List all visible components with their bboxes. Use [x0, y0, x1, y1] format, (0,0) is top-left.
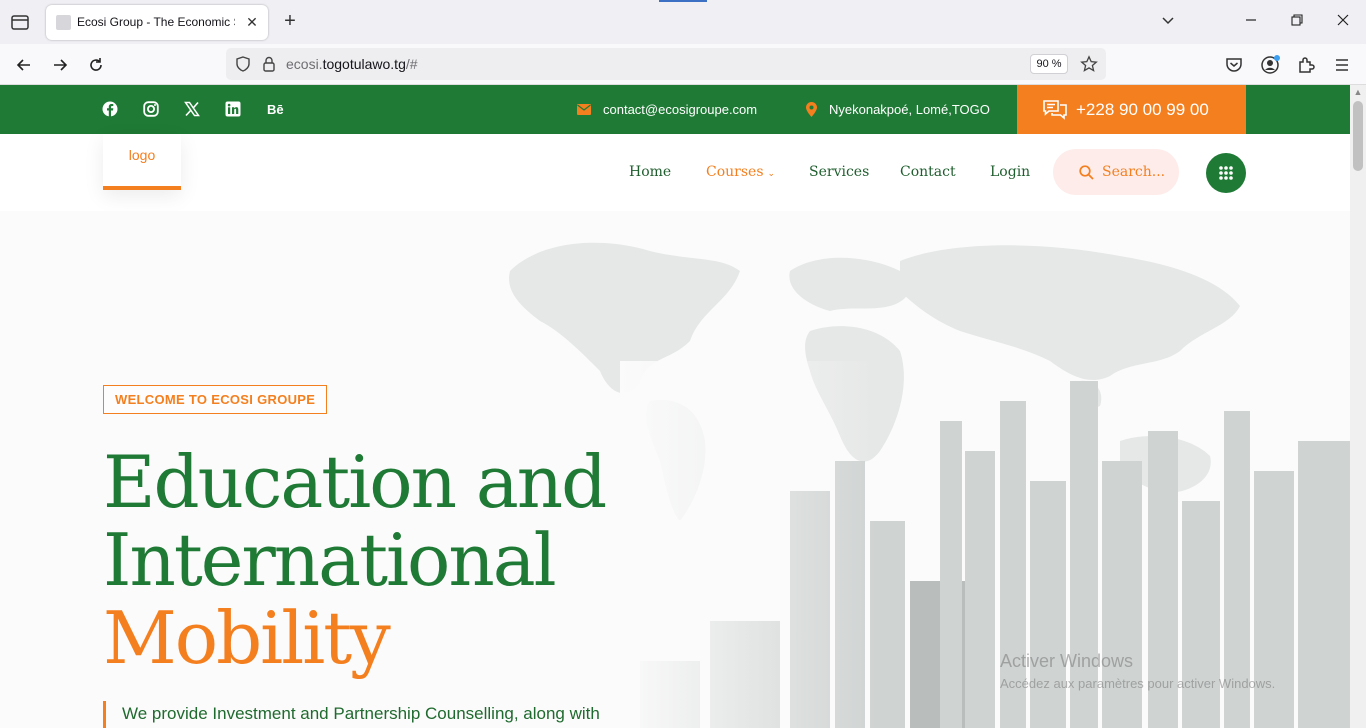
linkedin-icon[interactable]: [225, 101, 243, 119]
search-icon: [1079, 164, 1094, 180]
page-scrollbar[interactable]: ▲: [1350, 85, 1366, 728]
address-text: Nyekonakpoé, Lomé,TOGO: [829, 102, 990, 117]
favicon-icon: [56, 15, 71, 30]
scroll-up-arrow-icon[interactable]: ▲: [1353, 87, 1363, 97]
welcome-tag: WELCOME TO ECOSI GROUPE: [103, 385, 328, 414]
nav-courses-label: Courses: [706, 164, 764, 180]
restore-window-icon[interactable]: [1287, 12, 1307, 32]
zoom-level-badge[interactable]: 90 %: [1030, 54, 1068, 74]
hero-title: Education and International Mobility: [103, 440, 607, 680]
url-prefix: ecosi.: [286, 56, 323, 72]
nav-services[interactable]: Services: [809, 164, 869, 180]
new-tab-icon[interactable]: +: [280, 11, 300, 33]
search-button[interactable]: Search...: [1053, 149, 1179, 195]
url-host: togotulawo.tg: [322, 56, 406, 72]
search-placeholder: Search...: [1102, 164, 1166, 180]
back-arrow-icon[interactable]: [12, 53, 36, 77]
lock-icon[interactable]: [260, 55, 278, 73]
top-contact-bar: Bē contact@ecosigroupe.com Nyekonakpoé, …: [0, 85, 1350, 134]
nav-home[interactable]: Home: [629, 164, 671, 180]
facebook-icon[interactable]: [102, 101, 120, 119]
pocket-icon[interactable]: [1222, 53, 1246, 77]
nav-contact[interactable]: Contact: [900, 164, 956, 180]
envelope-icon: [577, 104, 591, 115]
tab-title: Ecosi Group - The Economic Su: [77, 15, 235, 29]
url-text[interactable]: ecosi.togotulawo.tg/#: [286, 56, 418, 72]
browser-tab-bar: Ecosi Group - The Economic Su ✕ +: [0, 0, 1366, 44]
map-pin-icon: [806, 102, 817, 117]
extensions-icon[interactable]: [1294, 53, 1318, 77]
phone-number: +228 90 00 99 00: [1076, 99, 1209, 119]
email-text: contact@ecosigroupe.com: [603, 102, 758, 117]
grid-dots-icon: [1219, 166, 1233, 180]
scroll-thumb[interactable]: [1353, 101, 1363, 171]
browser-nav-bar: ecosi.togotulawo.tg/# 90 %: [0, 44, 1366, 85]
chat-bubbles-icon: [1043, 99, 1067, 120]
account-icon[interactable]: [1258, 53, 1282, 77]
tab-strip-accent: [659, 0, 707, 2]
watermark-line-2: Accédez aux paramètres pour activer Wind…: [1000, 676, 1276, 691]
address-contact: Nyekonakpoé, Lomé,TOGO: [806, 102, 990, 117]
close-window-icon[interactable]: [1333, 12, 1353, 32]
windows-activation-watermark: Activer Windows Accédez aux paramètres p…: [1000, 651, 1275, 691]
tab-list-icon[interactable]: [8, 11, 32, 33]
forward-arrow-icon[interactable]: [48, 53, 72, 77]
reload-icon[interactable]: [84, 53, 108, 77]
hero-title-line-3: Mobility: [103, 596, 391, 680]
x-twitter-icon[interactable]: [184, 101, 202, 119]
url-suffix: /#: [405, 56, 418, 72]
nav-courses[interactable]: Courses ⌄: [706, 164, 775, 180]
site-logo[interactable]: logo: [103, 134, 181, 190]
app-menu-icon[interactable]: [1330, 53, 1354, 77]
hero-title-line-2: International: [103, 518, 557, 602]
phone-cta[interactable]: +228 90 00 99 00: [1017, 85, 1246, 134]
close-tab-icon[interactable]: ✕: [242, 12, 262, 32]
web-page: Bē contact@ecosigroupe.com Nyekonakpoé, …: [0, 85, 1350, 728]
minimize-window-icon[interactable]: [1241, 12, 1261, 32]
email-contact[interactable]: contact@ecosigroupe.com: [577, 102, 757, 117]
behance-icon[interactable]: Bē: [267, 101, 285, 119]
browser-tab-active[interactable]: Ecosi Group - The Economic Su ✕: [46, 5, 268, 40]
nav-login[interactable]: Login: [990, 164, 1030, 180]
hero-subtitle: We provide Investment and Partnership Co…: [103, 701, 600, 728]
site-header: logo Home Courses ⌄ Services Contact Logi…: [0, 134, 1350, 211]
address-bar[interactable]: ecosi.togotulawo.tg/# 90 %: [226, 48, 1106, 80]
instagram-icon[interactable]: [143, 101, 161, 119]
hero-title-line-1: Education and: [103, 440, 607, 524]
chevron-down-icon: ⌄: [767, 169, 776, 179]
offcanvas-menu-button[interactable]: [1206, 153, 1246, 193]
watermark-line-1: Activer Windows: [1000, 651, 1134, 671]
tab-overflow-chevron-icon[interactable]: [1158, 12, 1178, 32]
bookmark-star-icon[interactable]: [1080, 55, 1098, 73]
shield-icon[interactable]: [234, 55, 252, 73]
